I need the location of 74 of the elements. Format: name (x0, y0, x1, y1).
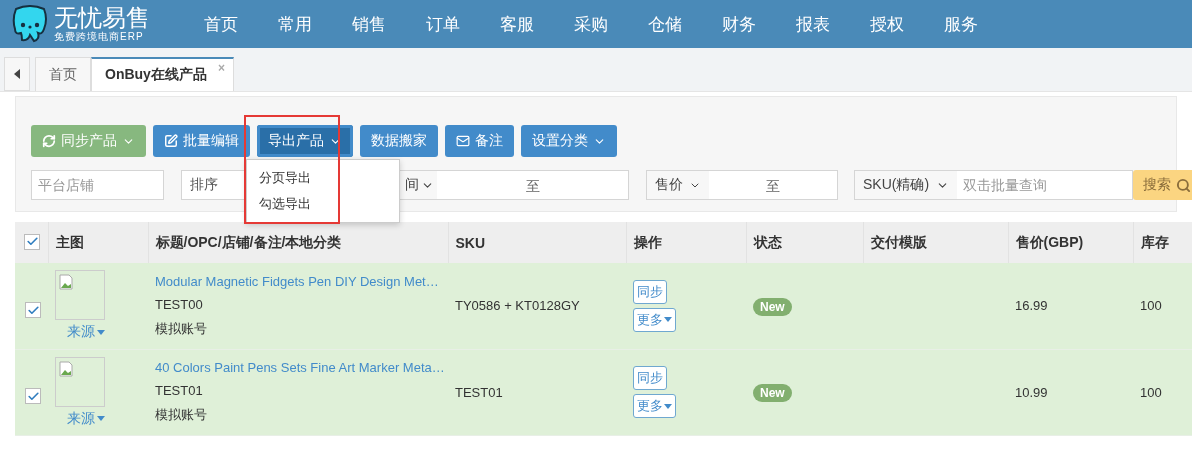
caret-left-icon (14, 69, 20, 79)
tab[interactable]: OnBuy在线产品 × (91, 57, 234, 91)
source-link[interactable]: 来源 (67, 323, 105, 342)
logo-subtitle: 免费跨境电商ERP (54, 31, 145, 43)
action-button[interactable]: 更多 (633, 307, 676, 332)
mail-icon (456, 134, 470, 148)
range-separator: 至 (524, 177, 541, 196)
range-select[interactable]: 售价 (647, 171, 709, 199)
checkbox[interactable] (24, 233, 40, 250)
sku-cell: TEST01 (448, 349, 626, 435)
sku-cell: TY0586 + KT0128GY (448, 263, 626, 349)
stock-cell: 100 (1133, 263, 1192, 349)
toolbar-button[interactable]: 数据搬家 (360, 125, 438, 157)
column-header: 标题/OPC/店铺/备注/本地分类 (148, 222, 448, 263)
nav-link[interactable]: 常用 (264, 12, 338, 36)
toolbar-button[interactable]: 批量编辑 (153, 125, 250, 157)
price-cell: 16.99 (1008, 263, 1133, 349)
nav-link[interactable]: 客服 (486, 12, 560, 36)
scroll-left-button[interactable] (4, 57, 30, 91)
column-header: SKU (448, 222, 626, 263)
nav-link[interactable]: 首页 (190, 12, 264, 36)
nav-link[interactable]: 授权 (856, 12, 930, 36)
broken-image-icon (59, 274, 73, 291)
toolbar-button[interactable]: 同步产品 (31, 125, 146, 157)
column-header: 交付模版 (863, 222, 1008, 263)
source-link[interactable]: 来源 (67, 409, 105, 428)
logo-title: 无忧易售 (54, 5, 150, 31)
status-badge: New (753, 384, 792, 402)
opc-text: TEST01 (155, 383, 204, 398)
search-button[interactable]: 搜索 (1133, 170, 1192, 200)
octopus-logo-icon (12, 5, 48, 43)
action-button[interactable]: 同步 (633, 279, 667, 304)
broken-image-icon (59, 360, 73, 377)
column-header: 库存 (1133, 222, 1192, 263)
nav-link[interactable]: 报表 (782, 12, 856, 36)
search-icon (1176, 177, 1191, 193)
store-text: 模拟账号 (155, 406, 208, 424)
close-icon[interactable]: × (217, 61, 225, 75)
stock-cell: 100 (1133, 349, 1192, 435)
store-text: 模拟账号 (155, 319, 208, 338)
nav-link[interactable]: 仓储 (634, 12, 708, 36)
toolbar-button[interactable]: 设置分类 (521, 125, 617, 157)
column-header: 主图 (48, 222, 148, 263)
caret-icon (97, 416, 105, 421)
caret-icon (664, 403, 672, 409)
column-header: 操作 (626, 222, 746, 263)
nav-link[interactable]: 订单 (412, 12, 486, 36)
range-separator: 至 (765, 177, 781, 196)
search-box[interactable]: SKU(精确) 双击批量查询 (854, 170, 1133, 200)
nav-link[interactable]: 财务 (708, 12, 782, 36)
product-title-link[interactable]: 40 Colors Paint Pens Sets Fine Art Marker Meta… (155, 360, 441, 375)
nav-link[interactable]: 采购 (560, 12, 634, 36)
action-button[interactable]: 更多 (633, 394, 676, 418)
checkbox[interactable] (25, 388, 41, 405)
column-header: 状态 (746, 222, 863, 263)
caret-icon (97, 329, 105, 335)
status-badge: New (753, 297, 792, 316)
tab[interactable]: 首页 (35, 57, 91, 91)
search-input[interactable]: 双击批量查询 (957, 171, 1132, 199)
toolbar-button[interactable]: 备注 (445, 125, 514, 157)
opc-text: TEST00 (155, 296, 204, 312)
checkbox[interactable] (25, 302, 41, 318)
column-header: 售价(GBP) (1008, 222, 1133, 263)
shop-field[interactable]: 平台店铺 (31, 170, 164, 200)
caret-icon (664, 317, 672, 323)
field-select[interactable]: SKU(精确) (855, 171, 957, 199)
toolbar-button[interactable]: 导出产品 (257, 125, 353, 157)
sync-icon (42, 134, 56, 148)
price-cell: 10.99 (1008, 349, 1133, 435)
nav-link[interactable]: 销售 (338, 12, 412, 36)
nav-link[interactable]: 服务 (930, 12, 1004, 36)
edit-icon (164, 134, 178, 148)
action-button[interactable]: 同步 (633, 366, 667, 390)
product-title-link[interactable]: Modular Magnetic Fidgets Pen DIY Design Met… (155, 273, 441, 289)
